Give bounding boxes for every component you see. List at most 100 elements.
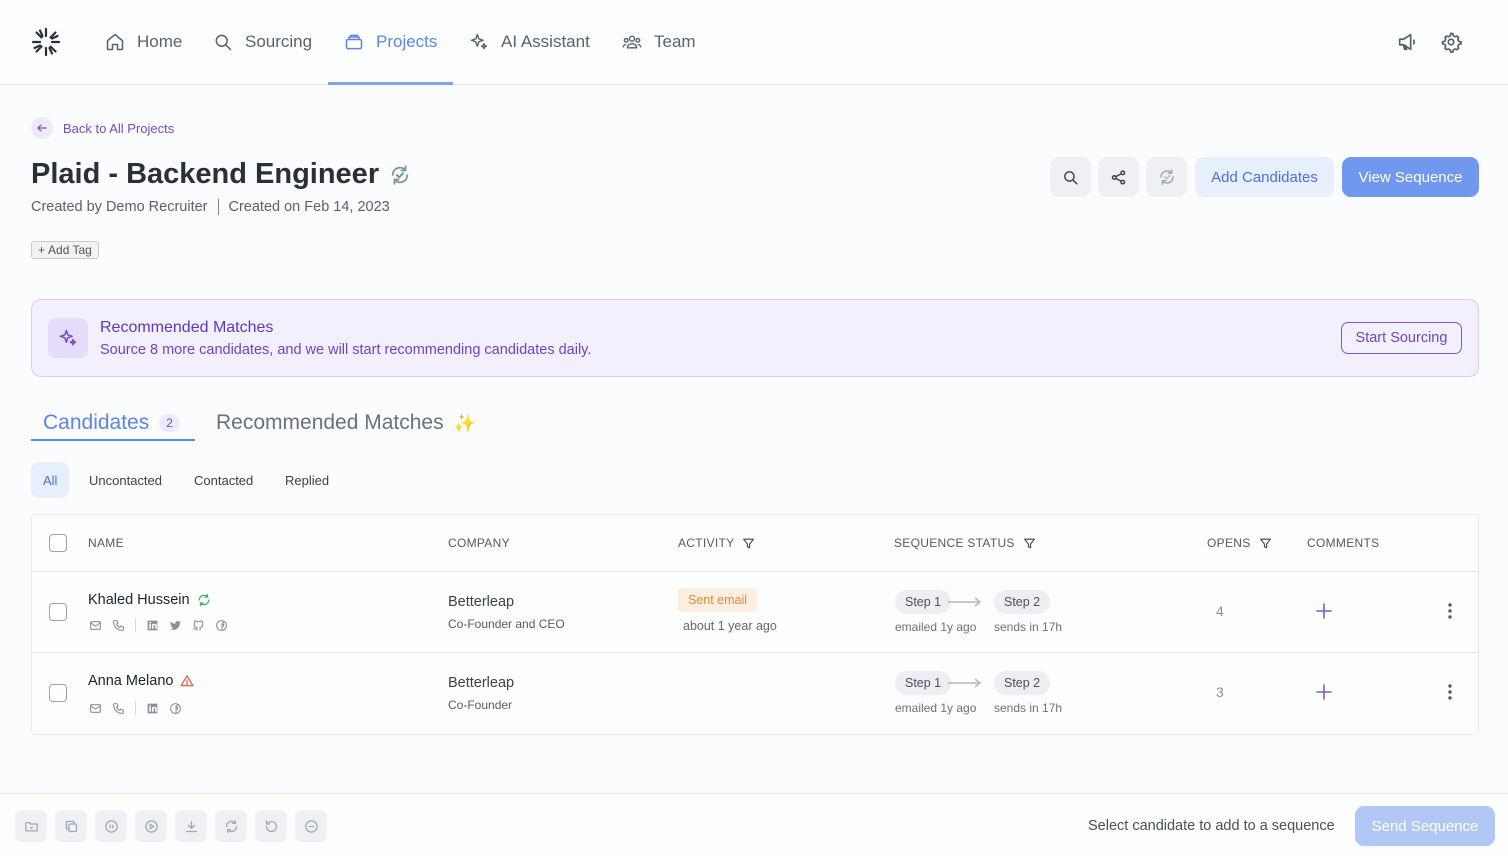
- download-icon: [185, 820, 197, 832]
- folder-icon: [24, 821, 38, 831]
- top-navigation: Home Sourcing Projects AI Assistant Team: [0, 0, 1508, 85]
- start-sourcing-button[interactable]: Start Sourcing: [1341, 322, 1462, 354]
- tab-recommended-label: Recommended Matches: [216, 411, 444, 434]
- email-icon[interactable]: [89, 702, 102, 715]
- header-name: NAME: [88, 536, 124, 550]
- active-tab-indicator: [31, 439, 195, 441]
- sequence-step-1: Step 1: [895, 590, 952, 614]
- contact-divider: [135, 618, 136, 632]
- header-activity-label: ACTIVITY: [678, 536, 735, 550]
- undo-button[interactable]: [255, 810, 287, 842]
- move-to-folder-button[interactable]: [15, 810, 47, 842]
- banner-subtitle: Source 8 more candidates, and we will st…: [100, 342, 592, 358]
- email-icon[interactable]: [89, 619, 102, 632]
- arrow-left-icon: [31, 117, 53, 139]
- step-1-status: emailed 1y ago: [895, 620, 977, 634]
- tab-candidates[interactable]: Candidates 2: [43, 405, 180, 441]
- download-button[interactable]: [175, 810, 207, 842]
- candidates-count-badge: 2: [159, 414, 180, 432]
- candidate-name[interactable]: Anna Melano: [88, 673, 194, 689]
- candidates-table: NAME COMPANY ACTIVITY SEQUENCE STATUS OP…: [31, 514, 1479, 735]
- linkedin-icon[interactable]: [146, 702, 159, 715]
- page-title: Plaid - Backend Engineer: [31, 158, 411, 191]
- activity-badge: Sent email: [678, 588, 758, 612]
- filter-icon[interactable]: [1259, 537, 1272, 550]
- step-1-status: emailed 1y ago: [895, 701, 977, 715]
- filter-replied[interactable]: Replied: [273, 462, 341, 498]
- copy-icon: [65, 820, 77, 832]
- play-icon: [144, 819, 158, 833]
- nav-home[interactable]: Home: [105, 0, 182, 84]
- filter-uncontacted[interactable]: Uncontacted: [77, 462, 174, 498]
- nav-sourcing-label: Sourcing: [245, 32, 313, 51]
- candidate-name[interactable]: Khaled Hussein: [88, 592, 211, 608]
- play-button[interactable]: [135, 810, 167, 842]
- megaphone-icon[interactable]: [1396, 31, 1418, 53]
- table-row[interactable]: Anna Melano Betterleap Co-Founder Step 1…: [32, 653, 1478, 734]
- add-tag-button[interactable]: + Add Tag: [31, 241, 99, 259]
- header-company-label: COMPANY: [448, 536, 510, 550]
- gear-icon[interactable]: [1440, 31, 1462, 53]
- share-button[interactable]: [1098, 157, 1139, 197]
- send-sequence-button[interactable]: Send Sequence: [1355, 806, 1495, 846]
- filter-all[interactable]: All: [31, 462, 70, 498]
- nav-sourcing[interactable]: Sourcing: [213, 0, 312, 84]
- more-options-icon[interactable]: [1442, 601, 1458, 621]
- more-options-icon[interactable]: [1442, 682, 1458, 702]
- nav-ai-assistant[interactable]: AI Assistant: [469, 0, 590, 84]
- filter-contacted[interactable]: Contacted: [182, 462, 265, 498]
- sync-button[interactable]: [215, 810, 247, 842]
- opens-count: 4: [1216, 603, 1224, 619]
- remove-button[interactable]: [295, 810, 327, 842]
- copy-button[interactable]: [55, 810, 87, 842]
- undo-icon: [265, 819, 277, 832]
- step-2-status: sends in 17h: [994, 620, 1063, 634]
- nav-projects[interactable]: Projects: [327, 0, 454, 85]
- step-2-status: sends in 17h: [994, 701, 1063, 715]
- search-icon: [215, 34, 232, 51]
- facebook-icon[interactable]: [169, 702, 182, 715]
- sparkle-icon: [470, 33, 488, 50]
- add-candidates-button[interactable]: Add Candidates: [1195, 157, 1334, 197]
- sync-button[interactable]: [1146, 157, 1187, 197]
- contact-divider: [135, 701, 136, 715]
- phone-icon[interactable]: [112, 619, 125, 632]
- add-comment-icon[interactable]: [1314, 682, 1334, 702]
- logo-icon[interactable]: [30, 26, 62, 58]
- row-checkbox[interactable]: [49, 603, 67, 621]
- candidate-role: Co-Founder and CEO: [448, 617, 565, 631]
- sync-icon: [198, 593, 209, 607]
- twitter-icon[interactable]: [169, 619, 182, 632]
- team-icon: [622, 35, 642, 49]
- candidate-name-text: Anna Melano: [88, 673, 174, 689]
- view-sequence-button[interactable]: View Sequence: [1342, 157, 1479, 197]
- pause-button[interactable]: [95, 810, 127, 842]
- created-on: Created on Feb 14, 2023: [228, 199, 390, 215]
- search-button[interactable]: [1050, 157, 1091, 197]
- sparkle-icon: [48, 318, 88, 358]
- back-to-projects-link[interactable]: Back to All Projects: [31, 117, 174, 139]
- nav-ai-assistant-label: AI Assistant: [501, 32, 590, 51]
- arrow-right-icon: [948, 597, 982, 607]
- github-icon[interactable]: [192, 619, 205, 632]
- plus-icon: +: [38, 243, 46, 257]
- select-all-checkbox[interactable]: [49, 534, 67, 552]
- row-checkbox[interactable]: [49, 684, 67, 702]
- header-opens-label: OPENS: [1207, 536, 1251, 550]
- filter-icon[interactable]: [742, 537, 755, 550]
- activity-time: about 1 year ago: [683, 619, 777, 633]
- tab-recommended-matches[interactable]: Recommended Matches ✨: [216, 405, 476, 441]
- opens-count: 3: [1216, 684, 1224, 700]
- filter-icon[interactable]: [1023, 537, 1036, 550]
- contact-links: [89, 618, 228, 632]
- nav-team[interactable]: Team: [622, 0, 696, 84]
- add-comment-icon[interactable]: [1314, 601, 1334, 621]
- table-row[interactable]: Khaled Hussein Betterleap Co-Founder and…: [32, 572, 1478, 653]
- linkedin-icon[interactable]: [146, 619, 159, 632]
- header-activity: ACTIVITY: [678, 536, 755, 550]
- company-name: Betterleap: [448, 675, 515, 691]
- sparkles-emoji: ✨: [453, 412, 477, 433]
- facebook-icon[interactable]: [215, 619, 228, 632]
- search-icon: [1064, 170, 1078, 185]
- phone-icon[interactable]: [112, 702, 125, 715]
